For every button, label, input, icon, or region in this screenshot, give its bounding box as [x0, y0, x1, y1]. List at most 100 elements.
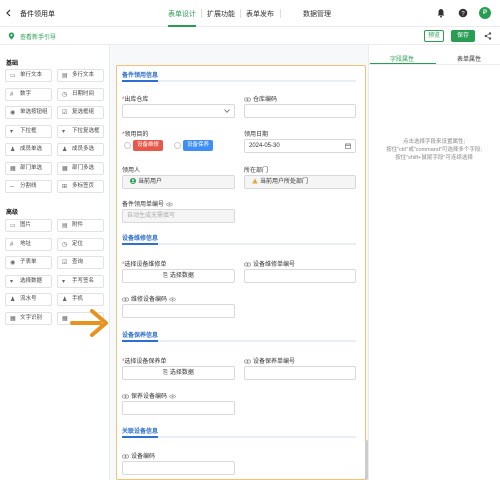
field-label-repair-code: 维修设备编码	[122, 294, 176, 303]
share-icon[interactable]	[484, 32, 492, 40]
basic-component-12[interactable]: ─ 分割线	[5, 180, 52, 193]
maint-code-input[interactable]	[122, 401, 235, 415]
app-title: 备件领用单	[20, 11, 55, 18]
component-icon: ♟	[62, 297, 68, 303]
group-divider-accent	[122, 436, 158, 438]
repair-select-data-button[interactable]: ⎘ 选择数据	[122, 269, 235, 283]
component-icon: ♟	[10, 297, 16, 303]
tab-extensions[interactable]: 扩展功能	[207, 9, 235, 19]
basic-component-1[interactable]: ▤ 多行文本	[57, 69, 104, 82]
radio-repair[interactable]	[124, 142, 131, 149]
radio-maintenance[interactable]	[174, 142, 181, 149]
basic-component-4[interactable]: ◉ 单选按钮组	[5, 106, 52, 119]
component-icon: ⊞	[62, 184, 68, 190]
basic-component-7[interactable]: ▾ 下拉复选框	[57, 124, 104, 138]
arrow-right-icon	[70, 309, 108, 337]
purpose-option-maintenance[interactable]: 设备保养	[183, 140, 214, 151]
tab-field-properties[interactable]: 字段属性	[390, 54, 414, 63]
eye-icon	[168, 394, 176, 399]
link-icon	[122, 394, 129, 399]
component-label: 成员多选	[72, 146, 95, 152]
help-icon[interactable]: ?	[458, 8, 468, 18]
maint-select-data-button[interactable]: ⎘ 选择数据	[122, 366, 235, 380]
basic-component-6[interactable]: ▾ 下拉框	[5, 124, 52, 138]
form-no-input[interactable]: 自动生成无需填写	[122, 209, 235, 223]
device-code-input[interactable]	[122, 461, 235, 475]
user-avatar[interactable]: P	[479, 7, 491, 19]
tab-form-properties[interactable]: 表单属性	[457, 54, 481, 63]
component-label: 定位	[72, 240, 84, 247]
basic-component-13[interactable]: ⊞ 多标签页	[57, 180, 104, 193]
component-label: 部门单选	[20, 164, 43, 171]
dept-input[interactable]: 当前用户所处部门	[244, 175, 356, 189]
advanced-component-4[interactable]: ◉ 子表单	[5, 256, 52, 269]
back-icon[interactable]	[5, 9, 12, 17]
advanced-component-2[interactable]: # 地址	[5, 237, 52, 251]
advanced-component-3[interactable]: ◷ 定位	[57, 237, 104, 251]
field-label-maint-select: *选择设备保养单	[122, 359, 167, 365]
purpose-option-repair[interactable]: 设备维修	[133, 140, 164, 151]
advanced-component-7[interactable]: ▾ 手写签名	[57, 274, 104, 288]
location-pin-icon	[8, 32, 15, 40]
group-divider-accent	[122, 243, 158, 245]
tab-form-publish[interactable]: 表单发布	[246, 9, 274, 19]
component-icon: ◷	[62, 241, 68, 248]
group-title-repair: 设备维修信息	[122, 236, 159, 242]
group-title-maintenance: 设备保养信息	[122, 333, 159, 339]
preview-button[interactable]: 预览	[424, 30, 444, 42]
advanced-component-1[interactable]: ▤ 附件	[57, 219, 104, 232]
top-bar: 备件领用单 表单设计 扩展功能 表单发布 数据管理 ? P	[0, 0, 500, 27]
component-label: 选择数据	[20, 277, 43, 284]
tab-data-management[interactable]: 数据管理	[303, 9, 331, 19]
person-input[interactable]: 当前用户	[122, 175, 235, 189]
advanced-component-5[interactable]: ☑ 查询	[57, 256, 104, 269]
sub-toolbar: 查看新手引导 预览 保存	[0, 27, 500, 45]
component-label: 数字	[20, 90, 32, 97]
component-icon: ◉	[10, 260, 16, 266]
basic-component-5[interactable]: ☑ 复选框组	[57, 106, 104, 119]
maint-no-input[interactable]	[244, 366, 356, 380]
advanced-section-title: 高级	[6, 210, 19, 216]
properties-panel	[368, 45, 500, 480]
eye-icon	[168, 297, 176, 302]
basic-component-9[interactable]: ♟ 成员多选	[57, 143, 104, 156]
basic-component-0[interactable]: ▭ 单行文本	[5, 69, 52, 82]
component-label: 单行文本	[20, 72, 43, 78]
link-icon	[122, 454, 129, 459]
repair-no-input[interactable]	[244, 269, 356, 283]
advanced-component-9[interactable]: ♟ 手机	[57, 293, 104, 306]
warehouse-code-input[interactable]	[244, 104, 356, 118]
component-label: 多标签页	[72, 183, 95, 189]
advanced-component-0[interactable]: ▭ 图片	[5, 219, 52, 232]
group-divider-accent	[122, 80, 158, 82]
group-title-linked-device: 关联设备信息	[122, 429, 159, 435]
field-label-date: 领用日期	[244, 132, 269, 138]
basic-component-10[interactable]: ▦ 部门单选	[5, 161, 52, 175]
basic-component-3[interactable]: ◷ 日期时间	[57, 87, 104, 101]
component-icon: ▦	[62, 315, 68, 322]
basic-section-title: 基础	[6, 61, 19, 67]
warehouse-select[interactable]	[122, 104, 235, 118]
component-label: 子表单	[20, 259, 37, 265]
component-icon: #	[10, 241, 14, 248]
guide-link[interactable]: 查看新手引导	[20, 32, 56, 41]
component-label: 下拉框	[20, 127, 37, 134]
basic-component-8[interactable]: ♟ 成员单选	[5, 143, 52, 156]
repair-code-input[interactable]	[122, 304, 235, 318]
basic-component-11[interactable]: ▦ 部门多选	[57, 161, 104, 175]
tab-form-design[interactable]: 表单设计	[168, 9, 196, 19]
eye-icon	[165, 202, 173, 207]
field-label-dept: 所在部门	[244, 168, 269, 174]
component-label: 地址	[20, 240, 32, 247]
date-input[interactable]: 2024-05-30	[244, 139, 356, 153]
basic-component-2[interactable]: # 数字	[5, 87, 52, 101]
advanced-component-6[interactable]: ▾ 选择数据	[5, 274, 52, 288]
component-label: 部门多选	[72, 164, 95, 171]
component-icon: ▤	[62, 73, 68, 79]
save-button[interactable]: 保存	[451, 30, 475, 42]
advanced-component-10[interactable]: ▦ 文字识别	[5, 311, 52, 325]
field-label-repair-no: 设备维修单编号	[244, 259, 295, 268]
bell-icon[interactable]	[436, 8, 446, 18]
component-icon: ▭	[10, 73, 16, 79]
advanced-component-8[interactable]: ♟ 流水号	[5, 293, 52, 306]
